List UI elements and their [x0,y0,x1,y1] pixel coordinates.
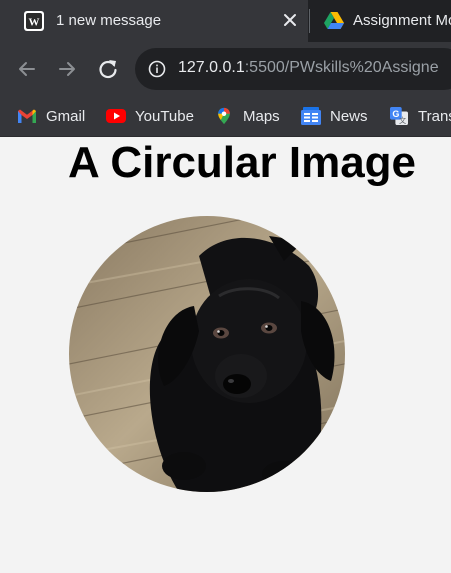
bookmark-label: Trans [418,107,451,125]
tab-title: Assignment Mo [353,12,451,29]
tab-strip: W 1 new message Assignment Mo [0,0,451,42]
toolbar: 127.0.0.1:5500/PWskills%20Assigne [0,42,451,96]
bookmark-label: YouTube [135,107,194,125]
gmail-icon [18,109,36,123]
bookmark-maps[interactable]: Maps [214,104,280,128]
circular-image [69,216,345,492]
bookmark-gmail[interactable]: Gmail [17,104,85,128]
page-title: A Circular Image [67,138,417,187]
maps-icon [218,107,230,125]
info-icon[interactable] [148,60,166,78]
news-icon [301,107,321,125]
url-host: 127.0.0.1 [178,59,245,76]
bookmarks-bar: Gmail YouTube Maps News G 文 Tran [0,96,451,137]
bookmark-translate[interactable]: G 文 Trans [389,104,451,128]
puppy-image [69,216,345,492]
url-path: :5500/PWskills%20Assigne [244,59,439,76]
bookmark-label: Maps [243,107,280,125]
pw-skills-icon: W [24,11,44,31]
tab-divider [309,9,310,33]
svg-text:文: 文 [399,116,406,125]
reload-icon[interactable] [95,56,121,82]
url-text[interactable]: 127.0.0.1:5500/PWskills%20Assigne [178,59,439,77]
google-drive-icon [324,12,344,29]
page-content: A Circular Image [0,137,451,573]
youtube-icon [106,109,126,123]
forward-arrow-icon[interactable] [54,56,80,82]
tab-active[interactable]: W 1 new message [0,0,308,42]
bookmark-news[interactable]: News [301,104,368,128]
bookmark-label: News [330,107,368,125]
back-arrow-icon[interactable] [14,56,40,82]
address-bar[interactable]: 127.0.0.1:5500/PWskills%20Assigne [135,48,451,90]
tab-inactive[interactable]: Assignment Mo [311,0,451,42]
close-icon[interactable] [281,11,299,29]
translate-icon: G 文 [390,107,408,125]
tab-title: 1 new message [56,12,162,29]
svg-text:W: W [29,17,40,29]
browser-window: W 1 new message Assignment Mo 127.0.0.1:… [0,0,451,573]
bookmark-youtube[interactable]: YouTube [106,104,194,128]
bookmark-label: Gmail [46,107,86,125]
